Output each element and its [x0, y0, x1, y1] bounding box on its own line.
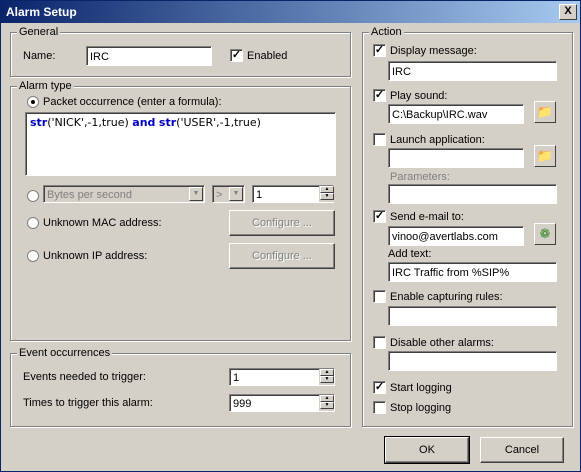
spin-up-icon[interactable]: ▲ — [320, 186, 334, 193]
gear-icon: ❁ — [539, 226, 551, 241]
ok-button[interactable]: OK — [384, 436, 470, 464]
formula-arg2: ('USER',-1,true) — [176, 116, 261, 129]
send-email-checkbox[interactable]: ✓ — [373, 210, 386, 223]
play-sound-value: C:\Backup\IRC.wav — [392, 109, 488, 121]
parameters-input[interactable] — [388, 184, 557, 204]
title-bar[interactable]: Alarm Setup X — [1, 1, 580, 23]
alarm-setup-dialog: Alarm Setup X General Name: IRC ✓ Enable… — [0, 0, 581, 472]
add-text-input[interactable]: IRC Traffic from %SIP% — [388, 262, 557, 282]
comparator-value: > — [216, 189, 223, 201]
formula-op: and — [132, 116, 156, 129]
chevron-down-icon[interactable]: ▼ — [189, 187, 203, 201]
comparator-select[interactable]: > ▼ — [212, 185, 245, 203]
packet-occurrence-radio[interactable] — [27, 96, 39, 108]
events-needed-value: 1 — [233, 372, 240, 384]
bytes-per-second-radio[interactable] — [27, 190, 39, 202]
disable-alarms-label: Disable other alarms: — [390, 337, 494, 349]
disable-alarms-input[interactable] — [388, 351, 557, 371]
enabled-label: Enabled — [247, 50, 288, 62]
name-input[interactable]: IRC — [86, 46, 212, 66]
name-label: Name: — [23, 50, 56, 62]
add-text-value: IRC Traffic from %SIP% — [392, 267, 510, 279]
start-logging-checkbox[interactable]: ✓ — [373, 381, 386, 394]
spin-up-icon[interactable]: ▲ — [320, 395, 334, 402]
send-email-value: vinoo@avertlabs.com — [392, 231, 498, 243]
spin-down-icon[interactable]: ▼ — [320, 402, 334, 409]
disable-alarms-checkbox[interactable] — [373, 336, 386, 349]
alarm-type-legend: Alarm type — [17, 80, 74, 92]
send-email-label: Send e-mail to: — [390, 211, 464, 223]
capturing-rules-label: Enable capturing rules: — [390, 291, 503, 303]
start-logging-label: Start logging — [390, 382, 452, 394]
event-occurrences-group — [10, 353, 351, 427]
spin-down-icon[interactable]: ▼ — [320, 193, 334, 200]
add-text-label: Add text: — [388, 248, 432, 260]
unknown-mac-radio[interactable] — [27, 217, 39, 229]
bytes-per-second-value: Bytes per second — [47, 189, 132, 201]
folder-icon: 📁 — [536, 104, 554, 119]
send-email-input[interactable]: vinoo@avertlabs.com — [388, 226, 524, 246]
formula-fn2: str — [158, 116, 177, 129]
browse-application-button[interactable]: 📁 — [534, 145, 556, 167]
enabled-checkbox[interactable]: ✓ — [230, 49, 243, 62]
launch-application-input[interactable] — [388, 148, 524, 168]
close-button[interactable]: X — [559, 4, 577, 20]
play-sound-input[interactable]: C:\Backup\IRC.wav — [388, 104, 524, 124]
browse-sound-button[interactable]: 📁 — [534, 101, 556, 123]
email-settings-button[interactable]: ❁ — [534, 223, 556, 245]
configure-ip-button[interactable]: Configure ... — [229, 243, 335, 269]
packet-occurrence-label: Packet occurrence (enter a formula): — [43, 96, 222, 108]
unknown-ip-radio[interactable] — [27, 250, 39, 262]
unknown-ip-label: Unknown IP address: — [43, 250, 148, 262]
general-legend: General — [17, 26, 61, 38]
launch-application-checkbox[interactable] — [373, 133, 386, 146]
display-message-label: Display message: — [390, 45, 477, 57]
unknown-mac-label: Unknown MAC address: — [43, 217, 162, 229]
play-sound-label: Play sound: — [390, 90, 448, 102]
play-sound-checkbox[interactable]: ✓ — [373, 89, 386, 102]
event-occurrences-legend: Event occurrences — [17, 347, 113, 359]
action-legend: Action — [369, 26, 404, 38]
formula-editor[interactable]: str('NICK',-1,true) and str('USER',-1,tr… — [25, 112, 336, 176]
bytes-spinner[interactable]: ▲ ▼ — [319, 186, 334, 202]
stop-logging-checkbox[interactable] — [373, 401, 386, 414]
cancel-button[interactable]: Cancel — [480, 437, 564, 463]
capturing-rules-input[interactable] — [388, 306, 557, 326]
folder-icon: 📁 — [536, 148, 554, 163]
display-message-input[interactable]: IRC — [388, 61, 557, 81]
bytes-value: 1 — [256, 189, 263, 201]
chevron-down-icon[interactable]: ▼ — [229, 187, 243, 201]
events-needed-label: Events needed to trigger: — [23, 371, 146, 383]
launch-application-label: Launch application: — [390, 134, 485, 146]
display-message-checkbox[interactable]: ✓ — [373, 44, 386, 57]
capturing-rules-checkbox[interactable] — [373, 290, 386, 303]
events-spinner[interactable]: ▲ ▼ — [319, 369, 334, 385]
times-trigger-value: 999 — [233, 398, 252, 410]
spin-down-icon[interactable]: ▼ — [320, 376, 334, 383]
formula-fn1: str — [30, 116, 48, 129]
window-title: Alarm Setup — [6, 5, 77, 19]
display-message-value: IRC — [392, 66, 411, 78]
parameters-label: Parameters: — [390, 171, 450, 183]
bytes-per-second-select[interactable]: Bytes per second ▼ — [43, 185, 205, 203]
spin-up-icon[interactable]: ▲ — [320, 369, 334, 376]
formula-arg1: ('NICK',-1,true) — [47, 116, 129, 129]
configure-mac-button[interactable]: Configure ... — [229, 210, 335, 236]
stop-logging-label: Stop logging — [390, 402, 452, 414]
times-spinner[interactable]: ▲ ▼ — [319, 395, 334, 411]
times-trigger-label: Times to trigger this alarm: — [23, 397, 153, 409]
